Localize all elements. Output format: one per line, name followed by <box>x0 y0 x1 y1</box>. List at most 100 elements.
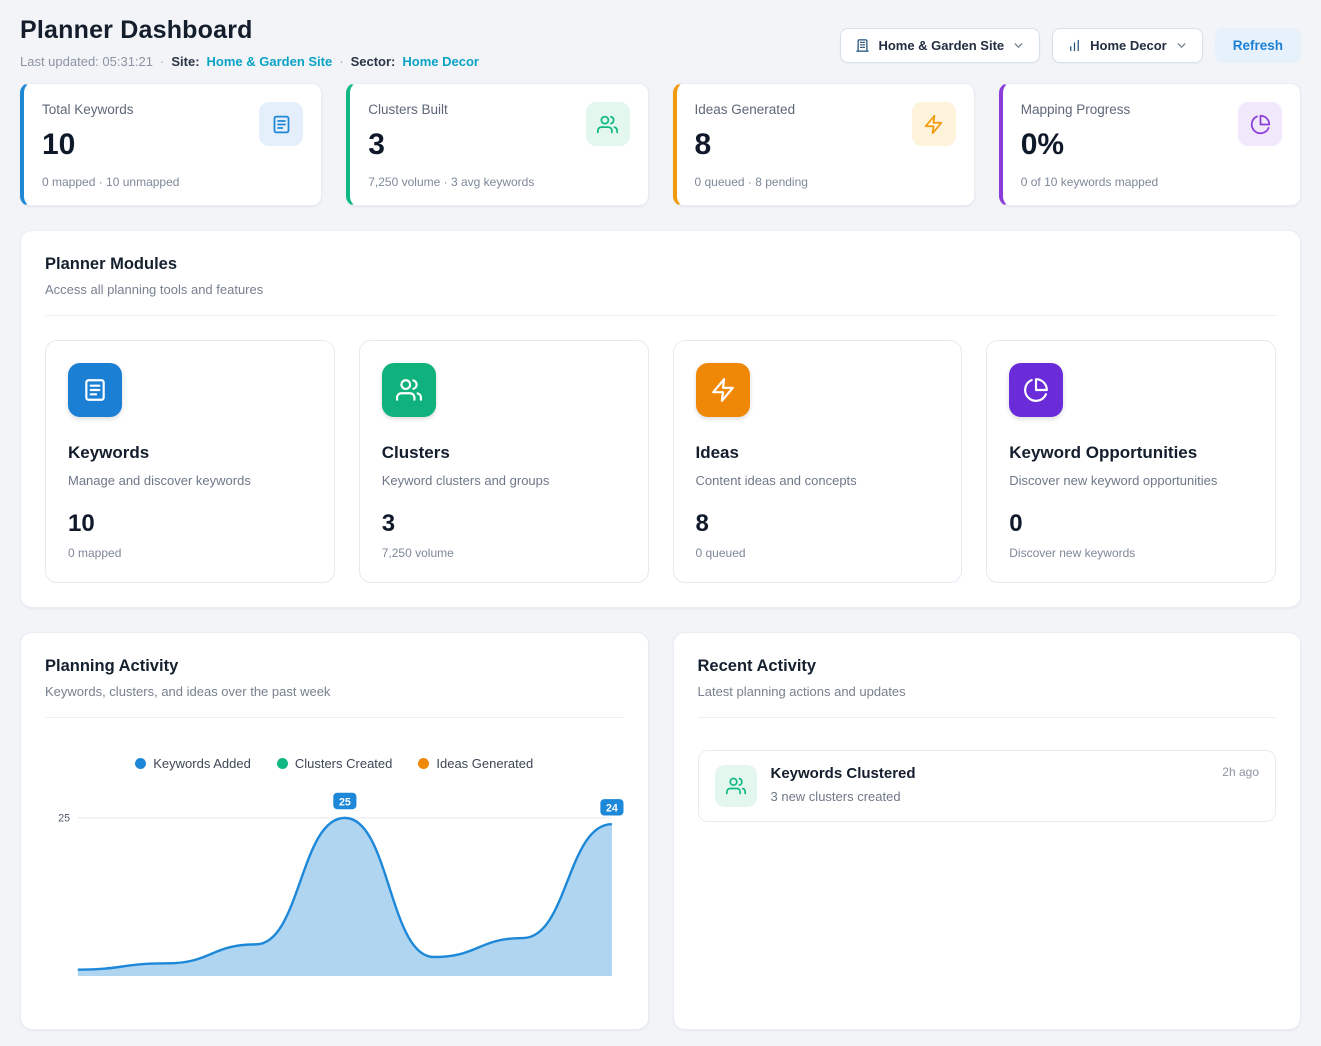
planning-activity-panel: Planning Activity Keywords, clusters, an… <box>20 632 649 1030</box>
chevron-down-icon <box>1012 39 1025 52</box>
users-icon <box>715 765 757 807</box>
panel-subtitle: Latest planning actions and updates <box>698 684 1277 699</box>
stat-card-total-keywords: Total Keywords 10 0 mapped · 10 unmapped <box>20 83 322 206</box>
module-card-keyword-opportunities[interactable]: Keyword Opportunities Discover new keywo… <box>986 340 1276 583</box>
module-value: 3 <box>382 510 626 538</box>
legend-dot <box>135 758 146 769</box>
stat-label: Mapping Progress <box>1021 102 1158 117</box>
site-selector-label: Home & Garden Site <box>878 38 1004 53</box>
sector-selector-dropdown[interactable]: Home Decor <box>1052 28 1203 63</box>
legend-dot <box>418 758 429 769</box>
planning-activity-chart: 25 25 24 <box>45 785 624 1005</box>
chevron-down-icon <box>1175 39 1188 52</box>
stat-value: 3 <box>368 127 534 163</box>
module-detail: 7,250 volume <box>382 546 626 560</box>
planner-modules-section: Planner Modules Access all planning tool… <box>20 230 1301 608</box>
panel-subtitle: Keywords, clusters, and ideas over the p… <box>45 684 624 699</box>
stat-value: 8 <box>695 127 808 163</box>
module-card-ideas[interactable]: Ideas Content ideas and concepts 8 0 que… <box>673 340 963 583</box>
divider <box>45 717 624 718</box>
stat-value: 0% <box>1021 127 1158 163</box>
stats-row: Total Keywords 10 0 mapped · 10 unmapped… <box>20 83 1301 206</box>
page-title: Planner Dashboard <box>20 16 479 45</box>
svg-text:25: 25 <box>339 796 351 808</box>
module-description: Keyword clusters and groups <box>382 473 626 488</box>
svg-text:24: 24 <box>606 803 618 815</box>
users-icon <box>586 102 630 146</box>
site-selector-dropdown[interactable]: Home & Garden Site <box>840 28 1040 63</box>
module-title: Ideas <box>696 443 940 463</box>
section-title: Planner Modules <box>45 255 1276 274</box>
legend-item-clusters-created[interactable]: Clusters Created <box>277 756 393 771</box>
divider <box>45 315 1276 316</box>
stat-detail: 7,250 volume · 3 avg keywords <box>368 175 534 189</box>
pie-chart-icon <box>1238 102 1282 146</box>
building-icon <box>855 38 870 53</box>
module-title: Keywords <box>68 443 312 463</box>
module-title: Keyword Opportunities <box>1009 443 1253 463</box>
sector-selector-label: Home Decor <box>1090 38 1167 53</box>
header-left: Planner Dashboard Last updated: 05:31:21… <box>20 16 479 69</box>
document-icon <box>68 363 122 417</box>
module-description: Content ideas and concepts <box>696 473 940 488</box>
refresh-button[interactable]: Refresh <box>1215 28 1301 63</box>
stat-detail: 0 queued · 8 pending <box>695 175 808 189</box>
stat-card-mapping-progress: Mapping Progress 0% 0 of 10 keywords map… <box>999 83 1301 206</box>
activity-item-time: 2h ago <box>1222 765 1259 779</box>
module-detail: Discover new keywords <box>1009 546 1253 560</box>
recent-activity-panel: Recent Activity Latest planning actions … <box>673 632 1302 1030</box>
dot-separator: · <box>160 54 164 69</box>
sector-link[interactable]: Home Decor <box>402 54 479 69</box>
activity-list-item: Keywords Clustered 3 new clusters create… <box>698 750 1277 822</box>
chart-legend: Keywords Added Clusters Created Ideas Ge… <box>45 756 624 771</box>
users-icon <box>382 363 436 417</box>
page-header: Planner Dashboard Last updated: 05:31:21… <box>20 16 1301 69</box>
legend-label: Keywords Added <box>153 756 251 771</box>
legend-item-keywords-added[interactable]: Keywords Added <box>135 756 251 771</box>
stat-label: Total Keywords <box>42 102 179 117</box>
bolt-icon <box>696 363 750 417</box>
module-card-keywords[interactable]: Keywords Manage and discover keywords 10… <box>45 340 335 583</box>
last-updated-text: Last updated: 05:31:21 <box>20 54 153 69</box>
legend-dot <box>277 758 288 769</box>
module-description: Discover new keyword opportunities <box>1009 473 1253 488</box>
chart-container: 25 25 24 <box>45 785 624 1005</box>
panel-title: Recent Activity <box>698 657 1277 676</box>
bar-chart-icon <box>1067 38 1082 53</box>
stat-info: Total Keywords 10 0 mapped · 10 unmapped <box>42 102 179 189</box>
module-value: 8 <box>696 510 940 538</box>
sector-label: Sector: <box>351 54 396 69</box>
modules-grid: Keywords Manage and discover keywords 10… <box>45 340 1276 583</box>
legend-label: Ideas Generated <box>436 756 533 771</box>
module-value: 0 <box>1009 510 1253 538</box>
stat-info: Mapping Progress 0% 0 of 10 keywords map… <box>1021 102 1158 189</box>
section-subtitle: Access all planning tools and features <box>45 282 1276 297</box>
stat-label: Clusters Built <box>368 102 534 117</box>
site-label: Site: <box>171 54 199 69</box>
activity-item-description: 3 new clusters created <box>771 789 1209 804</box>
stat-info: Clusters Built 3 7,250 volume · 3 avg ke… <box>368 102 534 189</box>
stat-info: Ideas Generated 8 0 queued · 8 pending <box>695 102 808 189</box>
stat-card-clusters-built: Clusters Built 3 7,250 volume · 3 avg ke… <box>346 83 648 206</box>
svg-text:25: 25 <box>58 813 70 825</box>
module-title: Clusters <box>382 443 626 463</box>
stat-card-ideas-generated: Ideas Generated 8 0 queued · 8 pending <box>673 83 975 206</box>
pie-chart-icon <box>1009 363 1063 417</box>
module-description: Manage and discover keywords <box>68 473 312 488</box>
module-detail: 0 mapped <box>68 546 312 560</box>
module-card-clusters[interactable]: Clusters Keyword clusters and groups 3 7… <box>359 340 649 583</box>
stat-detail: 0 of 10 keywords mapped <box>1021 175 1158 189</box>
module-value: 10 <box>68 510 312 538</box>
divider <box>698 717 1277 718</box>
site-link[interactable]: Home & Garden Site <box>207 54 333 69</box>
activity-item-body: Keywords Clustered 3 new clusters create… <box>771 765 1209 804</box>
stat-value: 10 <box>42 127 179 163</box>
planner-dashboard-page: Planner Dashboard Last updated: 05:31:21… <box>0 0 1321 1046</box>
header-controls: Home & Garden Site Home Decor Refresh <box>840 28 1301 63</box>
dot-separator: · <box>339 54 343 69</box>
bottom-row: Planning Activity Keywords, clusters, an… <box>20 632 1301 1030</box>
document-icon <box>259 102 303 146</box>
stat-label: Ideas Generated <box>695 102 808 117</box>
legend-item-ideas-generated[interactable]: Ideas Generated <box>418 756 533 771</box>
page-subtitle: Last updated: 05:31:21 · Site: Home & Ga… <box>20 54 479 69</box>
